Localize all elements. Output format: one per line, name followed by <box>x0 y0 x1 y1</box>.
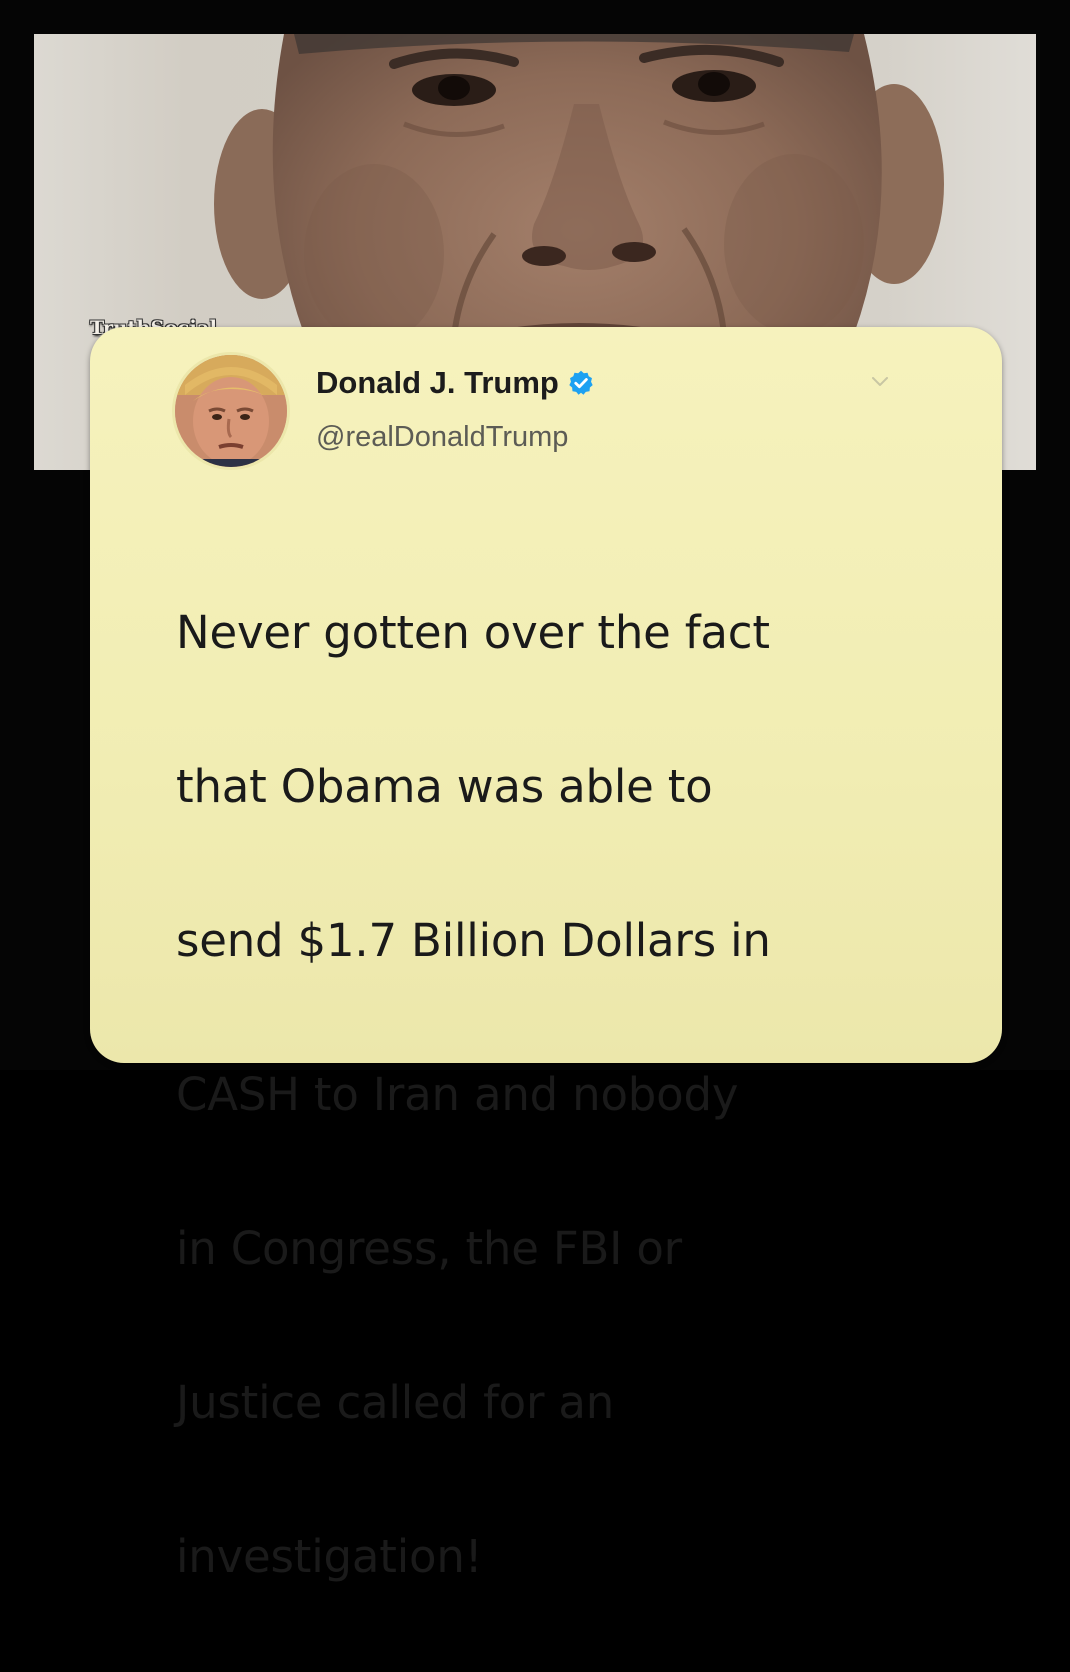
tweet-line: Justice called for an <box>176 1376 615 1429</box>
tweet-line: that Obama was able to <box>176 760 713 813</box>
tweet-card: Donald J. Trump @realDonaldTrump Never g… <box>90 327 1002 1583</box>
verified-badge-icon <box>569 370 593 395</box>
author-row: Donald J. Trump <box>316 365 595 401</box>
tweet-text: Never gotten over the fact that Obama wa… <box>176 517 976 1672</box>
tweet-line: in Congress, the FBI or <box>176 1222 682 1275</box>
tweet-line: investigation! <box>176 1530 483 1583</box>
author-handle[interactable]: @realDonaldTrump <box>316 421 568 454</box>
image-frame: TruthSocial Donald J. Trump <box>0 0 1070 1583</box>
avatar[interactable] <box>172 352 290 470</box>
profile-photo-icon <box>175 355 287 467</box>
tweet-line: send $1.7 Billion Dollars in <box>176 914 771 967</box>
tweet-line: Never gotten over the fact <box>176 606 770 659</box>
tweet-line: CASH to Iran and nobody <box>176 1068 739 1121</box>
chevron-down-icon[interactable] <box>868 369 892 393</box>
author-name[interactable]: Donald J. Trump <box>316 365 559 401</box>
